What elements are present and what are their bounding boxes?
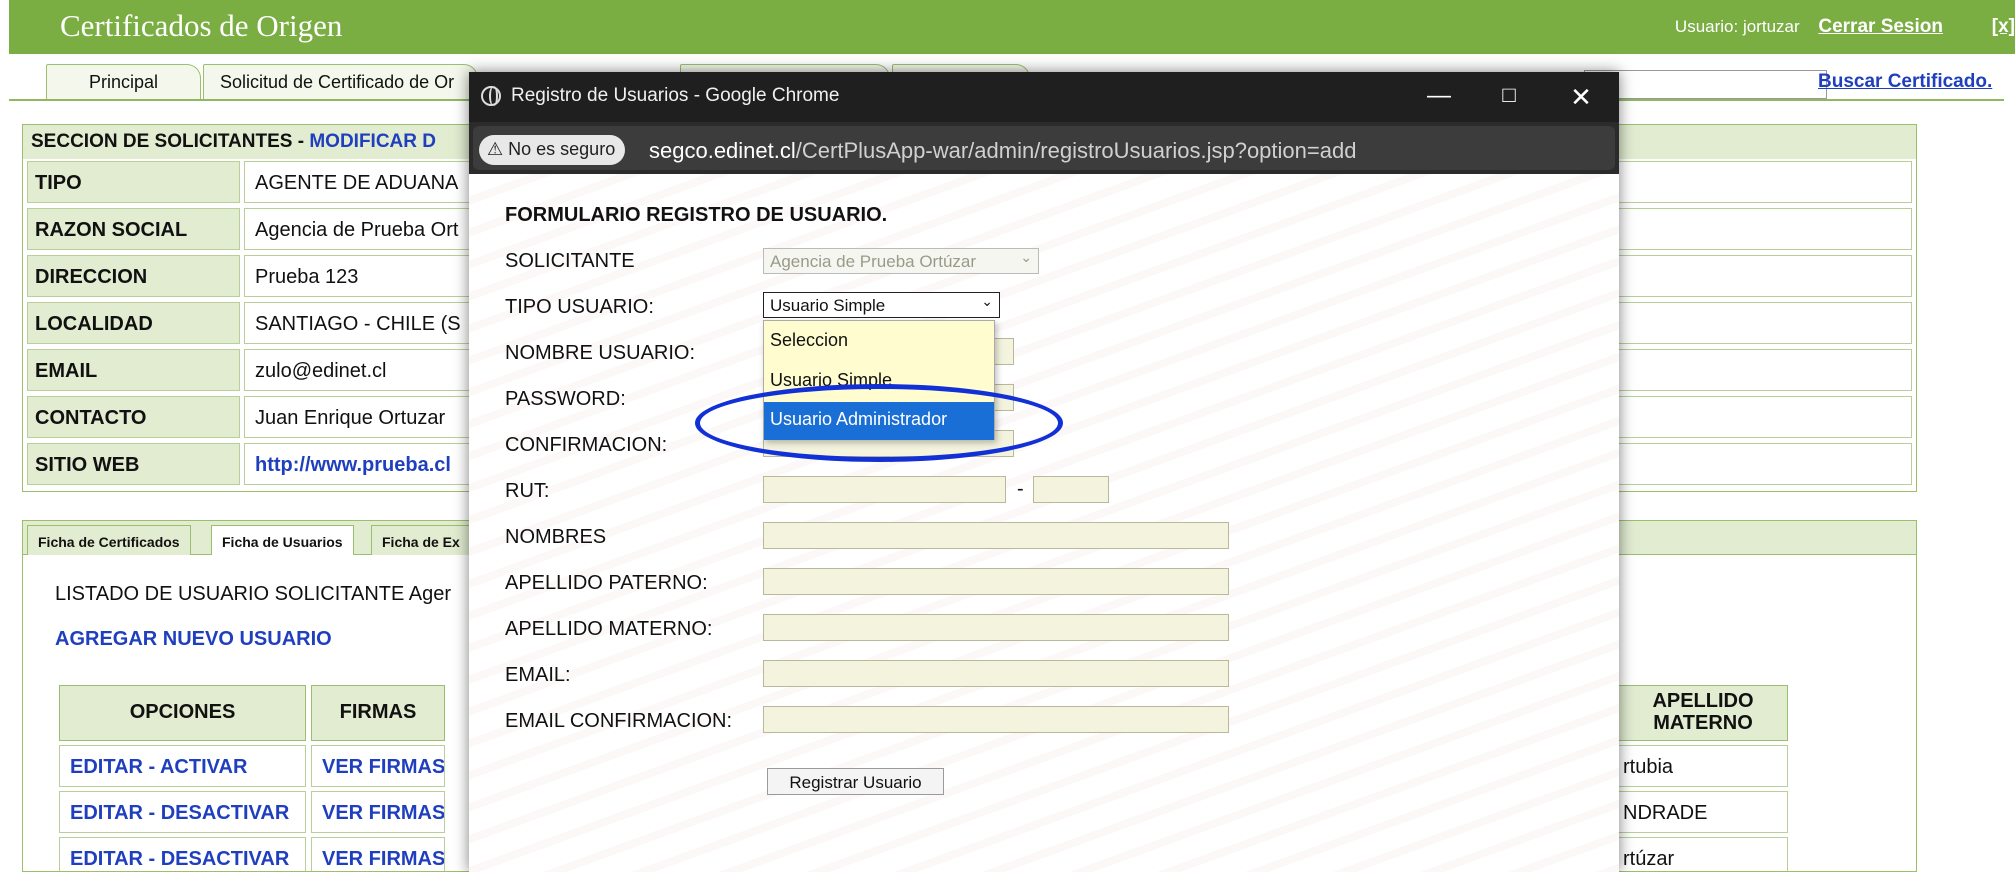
label-rut: RUT: xyxy=(505,480,550,502)
label-localidad: LOCALIDAD xyxy=(27,302,240,344)
search-certificate-link[interactable]: Buscar Certificado. xyxy=(1818,71,1992,93)
tipo-usuario-select[interactable]: Usuario Simple ⌄ xyxy=(763,292,1000,318)
cell-apellido-materno: rtubia xyxy=(1618,745,1788,787)
close-link[interactable]: [x] xyxy=(1992,16,2015,38)
tipo-usuario-value: Usuario Simple xyxy=(770,296,886,315)
chevron-down-icon: ⌄ xyxy=(1020,249,1032,265)
url-path: /CertPlusApp-war/admin/registroUsuarios.… xyxy=(795,138,1357,163)
chrome-popup-window: Registro de Usuarios - Google Chrome — □… xyxy=(469,72,1619,872)
label-apellido-paterno: APELLIDO PATERNO: xyxy=(505,572,708,594)
app-title: Certificados de Origen xyxy=(60,8,343,43)
close-icon[interactable]: ✕ xyxy=(1561,82,1601,113)
apellido-paterno-input[interactable] xyxy=(763,568,1229,595)
url-field[interactable]: ⚠ No es seguro segco.edinet.cl/CertPlusA… xyxy=(473,126,1615,170)
search-input[interactable] xyxy=(1584,70,1827,99)
label-tipo-usuario: TIPO USUARIO: xyxy=(505,296,654,318)
security-badge[interactable]: ⚠ No es seguro xyxy=(479,135,626,165)
logout-link[interactable]: Cerrar Sesion xyxy=(1818,16,1943,37)
url-host: segco.edinet.cl xyxy=(649,138,796,163)
solicitante-value: Agencia de Prueba Ortúzar xyxy=(770,252,977,271)
label-email: EMAIL: xyxy=(505,664,571,686)
tab-ficha-certificados[interactable]: Ficha de Certificados xyxy=(27,525,191,555)
option-seleccion[interactable]: Seleccion xyxy=(764,323,994,361)
highlight-ellipse xyxy=(695,384,1063,462)
add-user-link[interactable]: AGREGAR NUEVO USUARIO xyxy=(55,628,332,651)
registration-form: FORMULARIO REGISTRO DE USUARIO. SOLICITA… xyxy=(469,174,1619,872)
register-button[interactable]: Registrar Usuario xyxy=(767,768,944,795)
window-title: Registro de Usuarios - Google Chrome xyxy=(511,85,840,106)
edit-activate-link[interactable]: EDITAR - ACTIVAR xyxy=(59,745,306,787)
maximize-icon[interactable]: □ xyxy=(1489,82,1529,108)
tab-principal[interactable]: Principal xyxy=(46,64,201,100)
window-titlebar[interactable]: Registro de Usuarios - Google Chrome — □… xyxy=(469,72,1619,122)
email-input[interactable] xyxy=(763,660,1229,687)
label-nombres: NOMBRES xyxy=(505,526,607,548)
tab-ficha-ex[interactable]: Ficha de Ex xyxy=(371,525,471,555)
modify-link[interactable]: MODIFICAR D xyxy=(309,131,436,152)
rut-input[interactable] xyxy=(763,476,1006,503)
globe-icon xyxy=(481,86,501,106)
warning-icon: ⚠ xyxy=(487,139,509,159)
label-tipo: TIPO xyxy=(27,161,240,203)
label-email-confirmacion: EMAIL CONFIRMACION: xyxy=(505,710,733,732)
label-direccion: DIRECCION xyxy=(27,255,240,297)
url-text: segco.edinet.cl/CertPlusApp-war/admin/re… xyxy=(649,138,1356,164)
label-nombre-usuario: NOMBRE USUARIO: xyxy=(505,342,696,364)
apellido-materno-input[interactable] xyxy=(763,614,1229,641)
user-label: Usuario: jortuzar xyxy=(1674,17,1800,36)
label-sitio-web: SITIO WEB xyxy=(27,443,240,485)
header-opciones: OPCIONES xyxy=(59,685,306,741)
label-apellido-materno: APELLIDO MATERNO: xyxy=(505,618,713,640)
section-title-prefix: SECCION DE SOLICITANTES - xyxy=(31,131,310,152)
label-password: PASSWORD: xyxy=(505,388,626,410)
label-razon-social: RAZON SOCIAL xyxy=(27,208,240,250)
security-label: No es seguro xyxy=(508,139,616,159)
nombres-input[interactable] xyxy=(763,522,1229,549)
user-info: Usuario: jortuzar Cerrar Sesion xyxy=(1675,16,1943,38)
label-contacto: CONTACTO xyxy=(27,396,240,438)
address-bar: ⚠ No es seguro segco.edinet.cl/CertPlusA… xyxy=(469,122,1619,174)
label-email: EMAIL xyxy=(27,349,240,391)
tab-solicitud[interactable]: Solicitud de Certificado de Or xyxy=(203,64,478,100)
chevron-down-icon: ⌄ xyxy=(981,293,993,309)
solicitante-select[interactable]: Agencia de Prueba Ortúzar ⌄ xyxy=(763,248,1039,274)
email-confirmacion-input[interactable] xyxy=(763,706,1229,733)
header-firmas: FIRMAS xyxy=(311,685,445,741)
rut-dv-input[interactable] xyxy=(1033,476,1109,503)
list-title: LISTADO DE USUARIO SOLICITANTE Ager xyxy=(55,583,452,605)
tab-ficha-usuarios[interactable]: Ficha de Usuarios xyxy=(211,525,354,555)
rut-separator: - xyxy=(1017,478,1024,500)
minimize-icon[interactable]: — xyxy=(1419,82,1459,110)
header-apellido-materno: APELLIDO MATERNO xyxy=(1618,685,1788,741)
view-signatures-link[interactable]: VER FIRMAS xyxy=(311,745,445,787)
form-title: FORMULARIO REGISTRO DE USUARIO. xyxy=(505,204,888,226)
view-signatures-link[interactable]: VER FIRMAS xyxy=(311,791,445,833)
edit-deactivate-link[interactable]: EDITAR - DESACTIVAR xyxy=(59,837,306,871)
label-confirmacion: CONFIRMACION: xyxy=(505,434,668,456)
cell-apellido-materno: rtúzar xyxy=(1618,837,1788,871)
label-solicitante: SOLICITANTE xyxy=(505,250,635,272)
view-signatures-link[interactable]: VER FIRMAS xyxy=(311,837,445,871)
cell-apellido-materno: NDRADE xyxy=(1618,791,1788,833)
edit-deactivate-link[interactable]: EDITAR - DESACTIVAR xyxy=(59,791,306,833)
